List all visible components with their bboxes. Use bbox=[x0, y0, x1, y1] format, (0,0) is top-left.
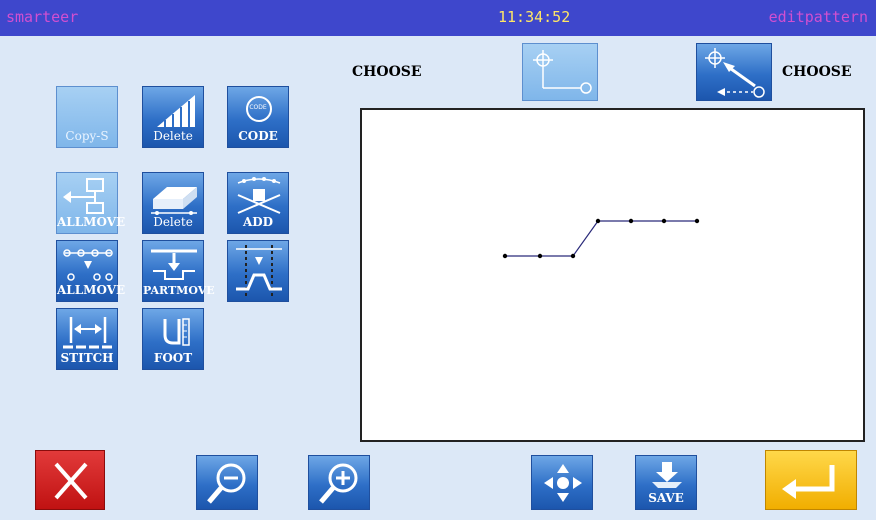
save-label: SAVE bbox=[648, 491, 684, 505]
stitch-pattern bbox=[502, 218, 700, 259]
delete-label: Delete bbox=[153, 129, 193, 143]
zoom-out-icon bbox=[207, 463, 246, 504]
zoom-in-button[interactable] bbox=[308, 455, 370, 510]
stitch-point bbox=[628, 218, 634, 224]
title-bar: smarteer 11:34:52 editpattern bbox=[0, 0, 876, 36]
stitch-label: STITCH bbox=[60, 351, 114, 365]
crosshair-icon bbox=[533, 50, 592, 94]
stitch-point bbox=[502, 253, 508, 259]
bump-move-icon bbox=[236, 245, 282, 299]
stitch-point bbox=[661, 218, 667, 224]
code-button[interactable]: CODE CODE bbox=[227, 86, 289, 148]
stitch-point bbox=[694, 218, 700, 224]
pan-button[interactable] bbox=[531, 455, 593, 510]
choose-label-left: CHOOSE bbox=[352, 64, 422, 80]
stitch-point bbox=[595, 218, 601, 224]
zoom-out-button[interactable] bbox=[196, 455, 258, 510]
pattern-canvas[interactable] bbox=[360, 108, 865, 442]
allmove-label-2: ALLMOVE bbox=[57, 283, 126, 297]
add-button[interactable]: ADD bbox=[227, 172, 289, 234]
enter-icon bbox=[782, 465, 835, 499]
partmove-button[interactable]: PARTMOVE bbox=[142, 240, 215, 302]
stitch-button[interactable]: STITCH bbox=[56, 308, 118, 370]
move-to-point-icon bbox=[705, 48, 765, 98]
enter-button[interactable] bbox=[765, 450, 857, 510]
close-icon bbox=[54, 462, 88, 500]
stitch-point bbox=[537, 253, 543, 259]
zoom-in-icon bbox=[319, 463, 358, 504]
foot-button[interactable]: FOOT bbox=[142, 308, 204, 370]
choose-label-right: CHOOSE bbox=[782, 64, 852, 80]
move-arrows-icon bbox=[544, 464, 582, 502]
delete-stitch-button[interactable]: Delete bbox=[142, 86, 204, 148]
code-label: CODE bbox=[238, 129, 278, 143]
clock: 11:34:52 bbox=[498, 8, 571, 26]
app-name: smarteer bbox=[6, 8, 79, 26]
delete-label-2: Delete bbox=[153, 215, 193, 229]
cancel-button[interactable] bbox=[35, 450, 105, 510]
save-button[interactable]: SAVE bbox=[635, 455, 697, 510]
copy-s-label: Copy-S bbox=[65, 129, 109, 143]
code-badge-text: CODE bbox=[249, 104, 267, 111]
allmove-button[interactable]: ALLMOVE bbox=[56, 172, 126, 234]
copy-s-button[interactable]: Copy-S bbox=[56, 86, 118, 148]
add-label: ADD bbox=[242, 215, 274, 229]
partmove-label: PARTMOVE bbox=[143, 284, 215, 297]
allmove-stitch-button[interactable]: ALLMOVE bbox=[56, 240, 126, 302]
delete-block-button[interactable]: Delete bbox=[142, 172, 204, 234]
choose-start-point-button[interactable] bbox=[522, 43, 598, 101]
mode-label: editpattern bbox=[768, 8, 868, 26]
choose-end-point-button[interactable] bbox=[696, 43, 772, 101]
foot-label: FOOT bbox=[153, 351, 193, 365]
allmove-label: ALLMOVE bbox=[57, 215, 126, 229]
shape-adjust-button[interactable] bbox=[227, 240, 289, 302]
stitch-point bbox=[570, 253, 576, 259]
